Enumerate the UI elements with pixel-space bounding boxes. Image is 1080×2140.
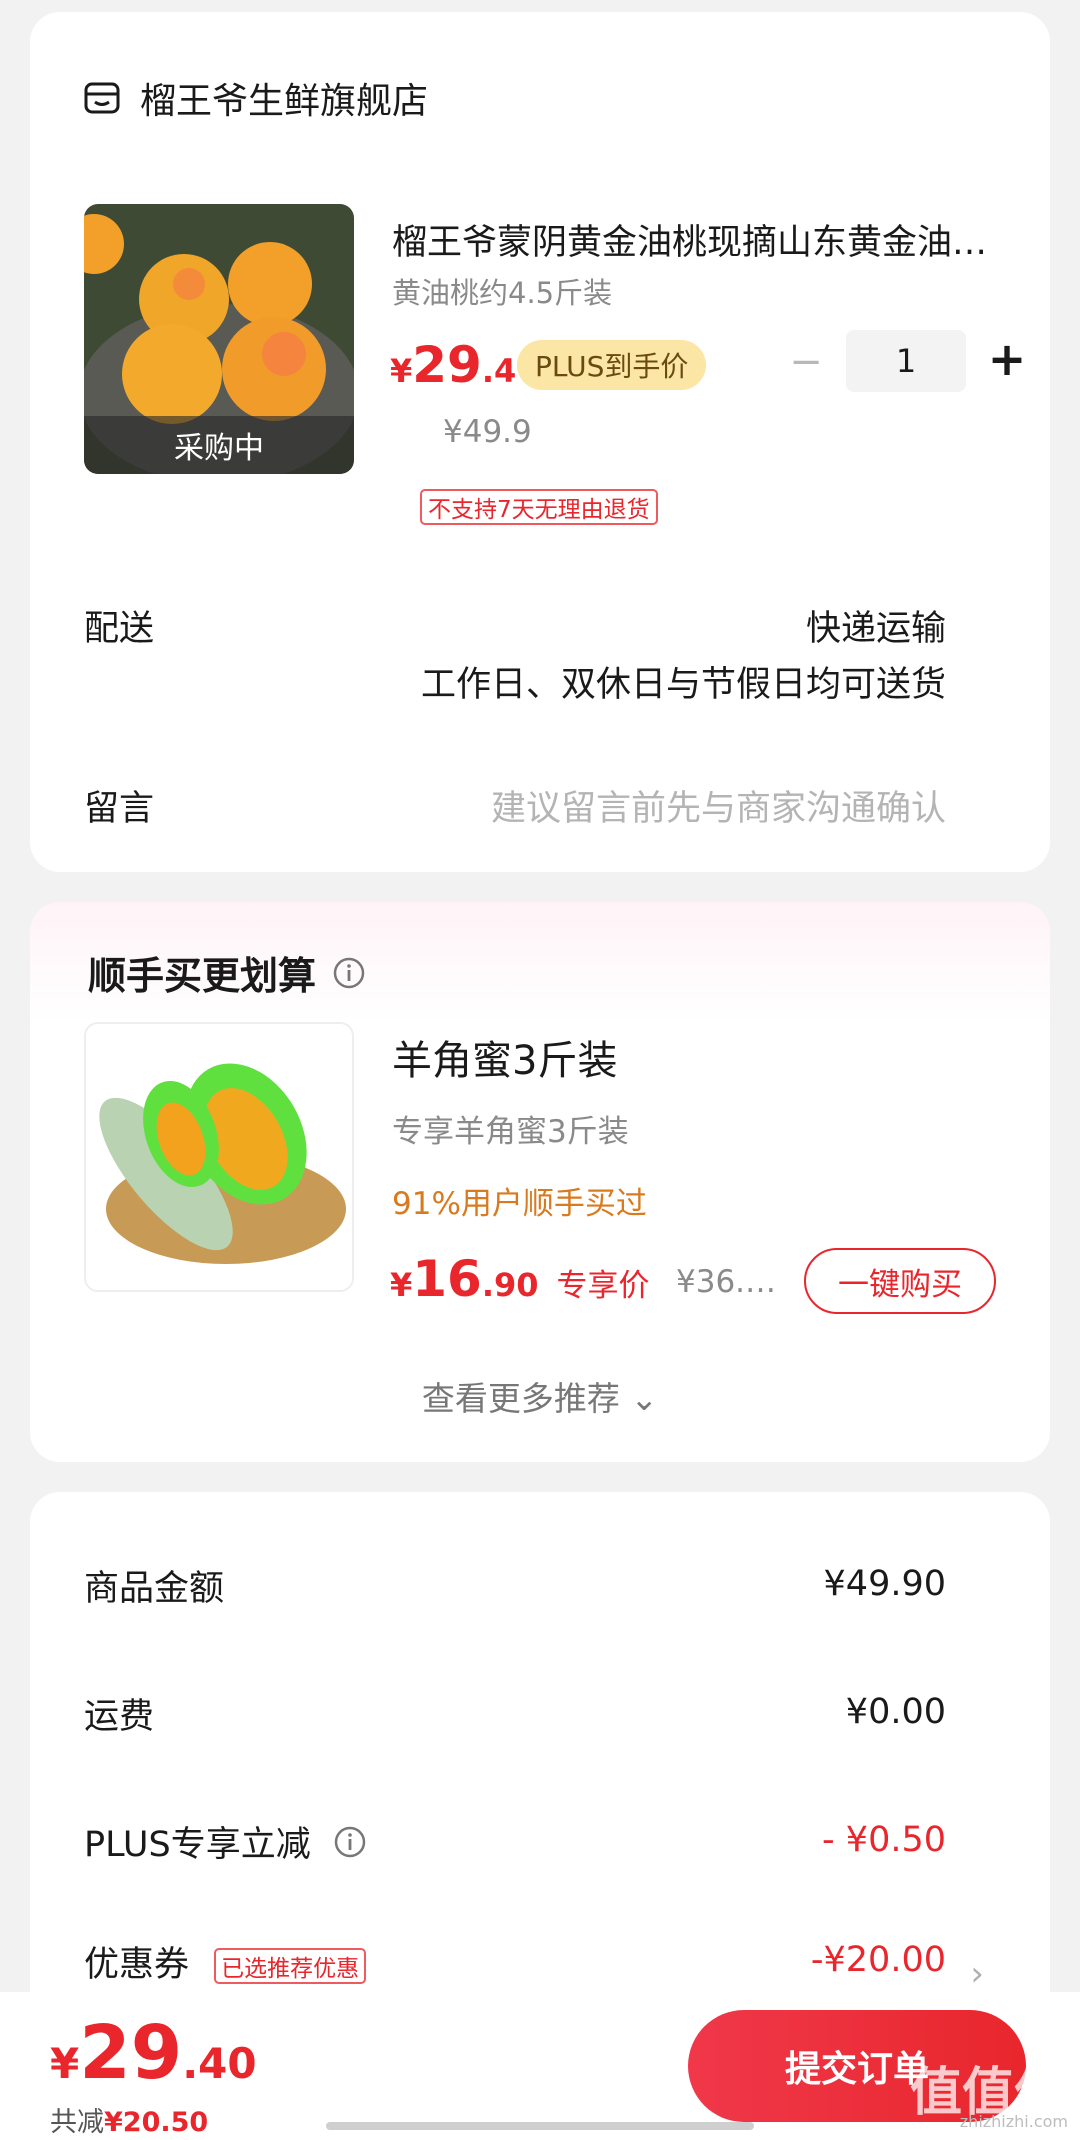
more-recommendations-link[interactable]: 查看更多推荐 ⌄ [30, 1372, 1050, 1420]
purchasing-badge: 采购中 [84, 416, 354, 474]
recommend-price: ¥ 16 .90 专享价 [390, 1250, 650, 1308]
plus-discount-label: PLUS专享立减 [84, 1825, 311, 1865]
coupon-selected-tag: 已选推荐优惠 [214, 1948, 367, 1984]
shipping-value: ¥0.00 [845, 1692, 946, 1732]
total-saved: 共减¥20.50 [50, 2100, 208, 2139]
goods-amount-value: ¥49.90 [823, 1564, 946, 1604]
product-title[interactable]: 榴王爷蒙阴黄金油桃现摘山东黄金油桃当季新鲜水果 [392, 214, 992, 265]
product-price: ¥ 29 .4 [390, 336, 516, 394]
plus-discount-row: PLUS专享立减 [84, 1816, 367, 1867]
currency-symbol: ¥ [390, 1266, 413, 1304]
chevron-right-icon[interactable]: › [970, 1954, 984, 1994]
plus-price-badge: PLUS到手价 [517, 340, 707, 390]
info-icon[interactable] [332, 956, 366, 990]
shop-card: 榴王爷生鲜旗舰店 采购中 榴王爷蒙阴黄金油桃现摘山东黄金油桃当季新鲜水果 黄油桃… [30, 12, 1050, 872]
total-decimal: .40 [182, 2039, 257, 2088]
return-policy-tag: 不支持7天无理由退货 [420, 489, 658, 525]
quantity-plus-button[interactable]: + [985, 336, 1029, 382]
price-decimal: .4 [481, 352, 517, 390]
total-price: ¥ 29 .40 [50, 2010, 257, 2096]
melon-image [86, 1024, 352, 1290]
price-integer: 29 [412, 336, 482, 394]
currency-symbol: ¥ [50, 2039, 80, 2088]
recommend-original-price: ¥36.… [676, 1264, 777, 1300]
coupon-row[interactable]: 优惠券 已选推荐优惠 [84, 1936, 367, 1987]
recommend-title: 顺手买更划算 [88, 945, 366, 1000]
message-input[interactable]: 建议留言前先与商家沟通确认 [491, 780, 946, 831]
delivery-note: 工作日、双休日与节假日均可送货 [420, 665, 946, 705]
shop-header[interactable]: 榴王爷生鲜旗舰店 [82, 72, 428, 124]
shop-name[interactable]: 榴王爷生鲜旗舰店 [140, 72, 428, 124]
delivery-label: 配送 [84, 609, 155, 649]
recommend-title-text: 顺手买更划算 [88, 954, 317, 998]
recommend-product-name[interactable]: 羊角蜜3斤装 [392, 1028, 617, 1086]
recommend-purchase-stat: 91%用户顺手买过 [392, 1186, 647, 1222]
recommend-card: 顺手买更划算 羊角蜜3斤装 专享羊角蜜3斤装 91%用户顺手买过 ¥ 16 .9… [30, 902, 1050, 1462]
currency-symbol: ¥ [390, 352, 413, 390]
price-integer: 16 [412, 1250, 482, 1308]
plus-discount-value: - ¥0.50 [822, 1820, 946, 1860]
home-indicator[interactable] [326, 2122, 754, 2130]
price-decimal: .90 [481, 1266, 539, 1304]
product-image[interactable]: 采购中 [84, 204, 354, 474]
product-spec: 黄油桃约4.5斤装 [392, 276, 613, 310]
watermark-url: zhizhizhi.com [959, 2112, 1068, 2131]
total-integer: 29 [79, 2010, 183, 2096]
shop-icon [84, 82, 120, 114]
delivery-method[interactable]: 快递运输 [806, 600, 946, 651]
coupon-label: 优惠券 [84, 1945, 190, 1985]
coupon-value[interactable]: -¥20.00 [811, 1940, 946, 1980]
info-icon[interactable] [333, 1825, 367, 1859]
exclusive-price-label: 专享价 [556, 1268, 650, 1304]
saved-label: 共减 [50, 2107, 104, 2138]
quantity-minus-button[interactable]: − [786, 342, 826, 384]
bottom-bar: ¥ 29 .40 共减¥20.50 提交订单 值值值 zhizhizhi.com [0, 1992, 1080, 2140]
quantity-input[interactable]: 1 [846, 330, 966, 392]
shipping-label: 运费 [84, 1697, 155, 1737]
one-click-buy-button[interactable]: 一键购买 [804, 1248, 996, 1314]
message-label: 留言 [84, 789, 155, 829]
recommend-product-desc: 专享羊角蜜3斤装 [392, 1114, 629, 1150]
recommend-product-image[interactable] [84, 1022, 354, 1292]
goods-amount-label: 商品金额 [84, 1569, 225, 1609]
original-price: ¥49.9 [443, 414, 532, 450]
saved-value: ¥20.50 [104, 2107, 209, 2138]
